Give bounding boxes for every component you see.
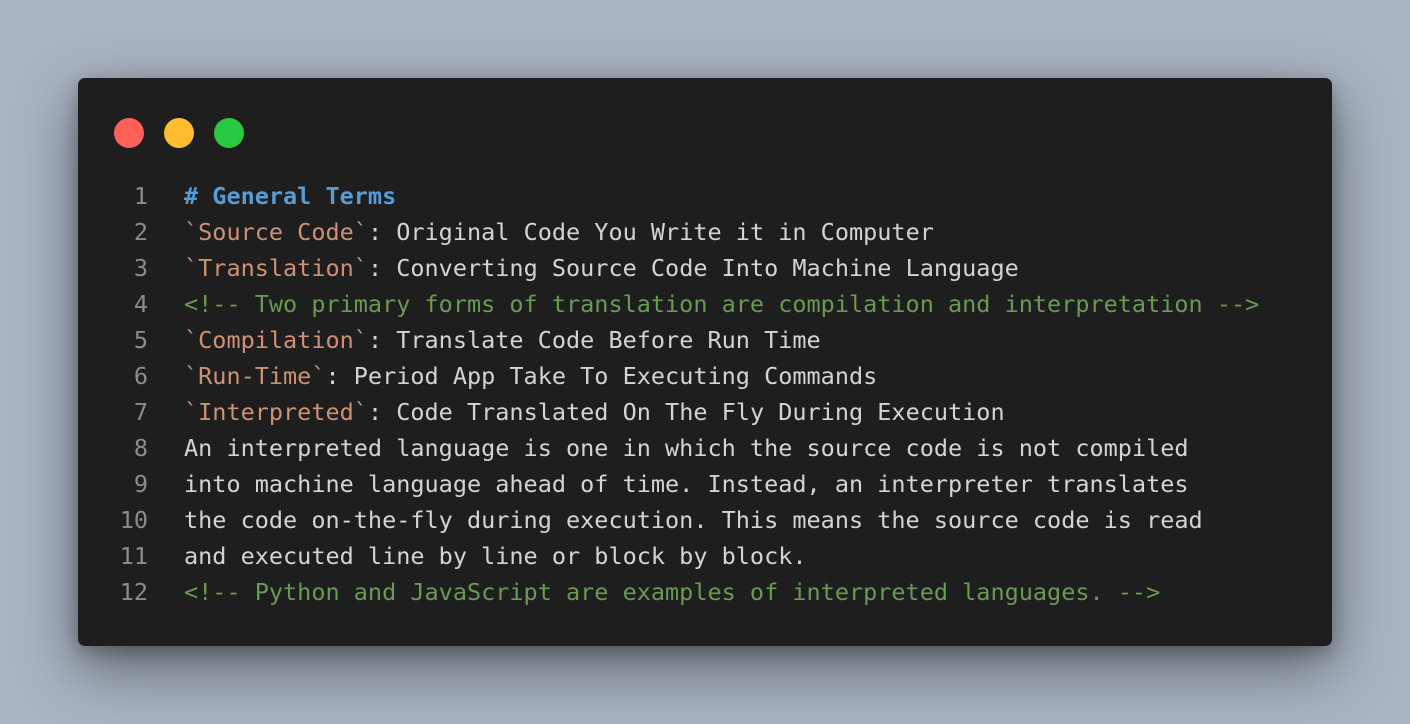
code-line: 5 `Compilation`: Translate Code Before R… (78, 322, 1332, 358)
code-line: 7 `Interpreted`: Code Translated On The … (78, 394, 1332, 430)
code-line: 10 the code on-the-fly during execution.… (78, 502, 1332, 538)
line-number: 4 (133, 290, 148, 318)
close-button[interactable] (114, 118, 144, 148)
code-line: 6 `Run-Time`: Period App Take To Executi… (78, 358, 1332, 394)
inline-code: `Compilation` (184, 326, 368, 354)
definition-text: : Period App Take To Executing Commands (325, 362, 878, 390)
line-number: 10 (119, 506, 148, 534)
markdown-heading: # General Terms (184, 182, 397, 210)
definition-text: : Converting Source Code Into Machine La… (367, 254, 1019, 282)
window-controls (114, 118, 244, 148)
code-line: 1 # General Terms (78, 178, 1332, 214)
definition-text: : Code Translated On The Fly During Exec… (367, 398, 1005, 426)
code-line: 4 <!-- Two primary forms of translation … (78, 286, 1332, 322)
code-editor[interactable]: 1 # General Terms 2 `Source Code`: Origi… (78, 178, 1332, 610)
inline-code: `Interpreted` (184, 398, 368, 426)
line-number: 5 (133, 326, 148, 354)
line-number: 6 (133, 362, 148, 390)
paragraph-text: into machine language ahead of time. Ins… (184, 470, 1189, 498)
line-number: 2 (133, 218, 148, 246)
code-line: 12 <!-- Python and JavaScript are exampl… (78, 574, 1332, 610)
definition-text: : Translate Code Before Run Time (367, 326, 821, 354)
code-line: 8 An interpreted language is one in whic… (78, 430, 1332, 466)
code-line: 2 `Source Code`: Original Code You Write… (78, 214, 1332, 250)
code-window: 1 # General Terms 2 `Source Code`: Origi… (78, 78, 1332, 646)
html-comment: <!-- Two primary forms of translation ar… (184, 290, 1260, 318)
inline-code: `Source Code` (184, 218, 368, 246)
line-number: 8 (133, 434, 148, 462)
code-line: 3 `Translation`: Converting Source Code … (78, 250, 1332, 286)
definition-text: : Original Code You Write it in Computer (367, 218, 934, 246)
line-number: 12 (119, 578, 148, 606)
line-number: 3 (133, 254, 148, 282)
paragraph-text: An interpreted language is one in which … (184, 434, 1189, 462)
maximize-button[interactable] (214, 118, 244, 148)
line-number: 1 (133, 182, 148, 210)
html-comment: <!-- Python and JavaScript are examples … (184, 578, 1161, 606)
inline-code: `Translation` (184, 254, 368, 282)
code-line: 11 and executed line by line or block by… (78, 538, 1332, 574)
code-line: 9 into machine language ahead of time. I… (78, 466, 1332, 502)
line-number: 7 (133, 398, 148, 426)
line-number: 9 (133, 470, 148, 498)
paragraph-text: the code on-the-fly during execution. Th… (184, 506, 1203, 534)
line-number: 11 (119, 542, 148, 570)
minimize-button[interactable] (164, 118, 194, 148)
inline-code: `Run-Time` (184, 362, 326, 390)
paragraph-text: and executed line by line or block by bl… (184, 542, 807, 570)
